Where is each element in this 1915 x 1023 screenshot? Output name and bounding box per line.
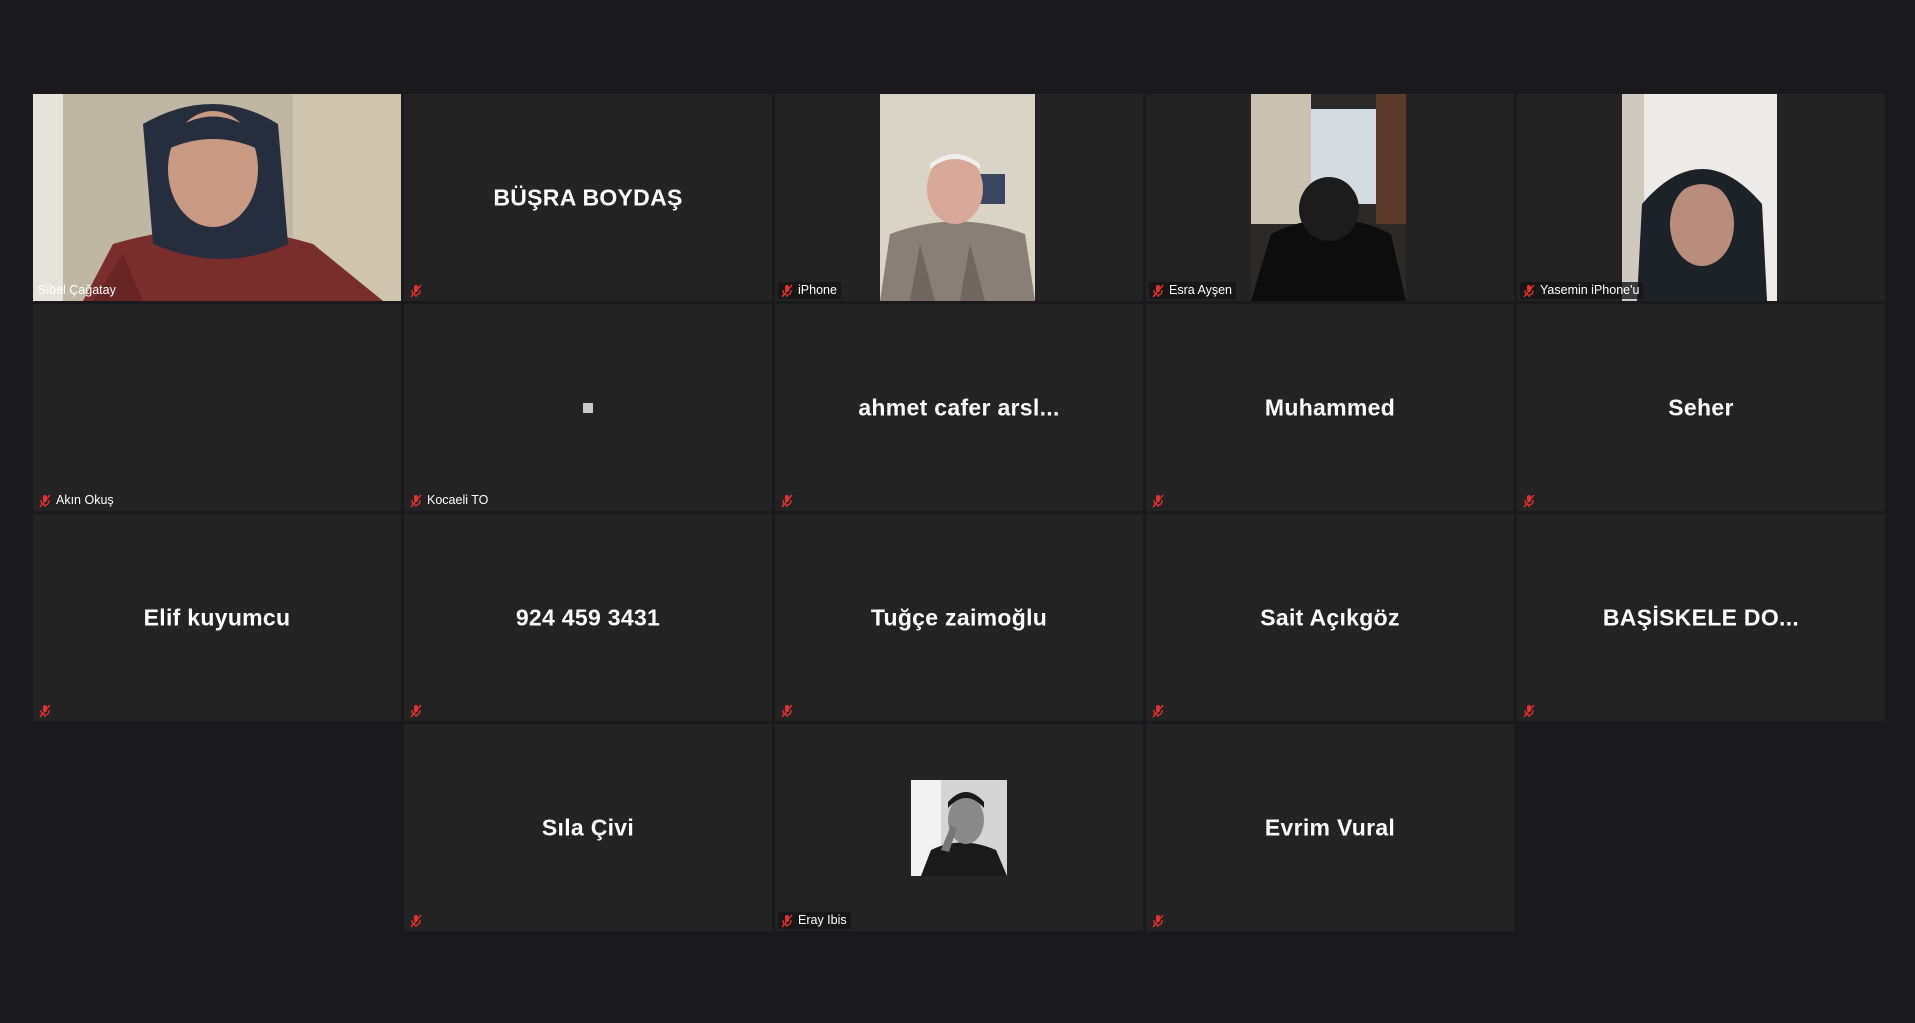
participant-center-name: Elif kuyumcu — [143, 604, 291, 630]
participant-name-label — [1149, 912, 1173, 929]
microphone-muted-icon — [781, 914, 793, 927]
microphone-muted-icon — [1523, 494, 1535, 507]
participant-name-label — [778, 492, 802, 509]
participant-name: Eray Ibis — [798, 913, 847, 927]
participant-video — [33, 94, 401, 301]
microphone-muted-icon — [39, 704, 51, 717]
participant-tile-yasemin[interactable]: Yasemin iPhone'u — [1517, 94, 1885, 301]
participant-tile-ahmet[interactable]: ahmet cafer arsl... — [775, 304, 1143, 511]
meeting-gallery-view: Sibel Çağatay BÜŞRA BOYDAŞ iPhone Esra A… — [0, 0, 1915, 1023]
participant-center-name: BÜŞRA BOYDAŞ — [493, 184, 683, 210]
participant-center-name: ahmet cafer arsl... — [858, 394, 1060, 420]
participant-name-label: Eray Ibis — [778, 912, 851, 929]
microphone-muted-icon — [781, 704, 793, 717]
microphone-muted-icon — [781, 494, 793, 507]
participant-center-name: Evrim Vural — [1264, 814, 1396, 840]
participant-name-label: Sibel Çağatay — [36, 282, 120, 299]
participant-name-label — [778, 702, 802, 719]
participant-tile-phone-number[interactable]: 924 459 3431 — [404, 514, 772, 721]
participant-center-name: Muhammed — [1264, 394, 1396, 420]
participant-tile-sila[interactable]: Sıla Çivi — [404, 724, 772, 931]
participant-tile-iphone[interactable]: iPhone — [775, 94, 1143, 301]
participant-tile-eray[interactable]: Eray Ibis — [775, 724, 1143, 931]
participant-tile-sait[interactable]: Sait Açıkgöz — [1146, 514, 1514, 721]
participant-name-label: Akın Okuş — [36, 492, 118, 509]
participant-tile-muhammed[interactable]: Muhammed — [1146, 304, 1514, 511]
participant-name-label — [1520, 492, 1544, 509]
participant-name: iPhone — [798, 283, 837, 297]
participant-name-label: iPhone — [778, 282, 841, 299]
participant-tile-busra[interactable]: BÜŞRA BOYDAŞ — [404, 94, 772, 301]
microphone-muted-icon — [410, 494, 422, 507]
participant-tile-evrim[interactable]: Evrim Vural — [1146, 724, 1514, 931]
microphone-muted-icon — [1152, 704, 1164, 717]
participant-name-label: Kocaeli TO — [407, 492, 492, 509]
participant-tile-sibel[interactable]: Sibel Çağatay — [33, 94, 401, 301]
participant-video-thumbnail — [583, 402, 593, 413]
microphone-muted-icon — [410, 704, 422, 717]
participant-tile-basiskele[interactable]: BAŞİSKELE DO... — [1517, 514, 1885, 721]
participant-name: Esra Ayşen — [1169, 283, 1233, 297]
microphone-muted-icon — [410, 914, 422, 927]
participant-tile-akin[interactable]: Akın Okuş — [33, 304, 401, 511]
participant-name: Akın Okuş — [56, 493, 114, 507]
participant-name-label — [407, 912, 431, 929]
participant-name-label — [1149, 702, 1173, 719]
participant-name: Kocaeli TO — [427, 493, 489, 507]
microphone-muted-icon — [781, 284, 793, 297]
participant-name-label — [1520, 702, 1544, 719]
participant-name-label — [1149, 492, 1173, 509]
participant-center-name: Tuğçe zaimoğlu — [870, 604, 1048, 630]
participant-name-label: Yasemin iPhone'u — [1520, 282, 1644, 299]
microphone-muted-icon — [1152, 914, 1164, 927]
participant-center-name: BAŞİSKELE DO... — [1602, 604, 1800, 630]
participant-tile-esra[interactable]: Esra Ayşen — [1146, 94, 1514, 301]
participant-grid: Sibel Çağatay BÜŞRA BOYDAŞ iPhone Esra A… — [33, 94, 1886, 931]
participant-tile-kocaeli[interactable]: Kocaeli TO — [404, 304, 772, 511]
participant-tile-seher[interactable]: Seher — [1517, 304, 1885, 511]
participant-center-name: Seher — [1668, 394, 1734, 420]
participant-video — [1622, 94, 1777, 301]
participant-center-name: 924 459 3431 — [515, 604, 661, 630]
microphone-muted-icon — [1523, 704, 1535, 717]
participant-name-label — [407, 282, 431, 299]
participant-name-label — [407, 702, 431, 719]
participant-video — [880, 94, 1035, 301]
participant-video — [1251, 94, 1406, 301]
microphone-muted-icon — [1152, 284, 1164, 297]
participant-avatar-photo — [911, 779, 1007, 876]
participant-name: Sibel Çağatay — [38, 283, 116, 297]
participant-tile-tugce[interactable]: Tuğçe zaimoğlu — [775, 514, 1143, 721]
participant-name: Yasemin iPhone'u — [1540, 283, 1640, 297]
microphone-muted-icon — [39, 494, 51, 507]
participant-center-name: Sait Açıkgöz — [1260, 604, 1400, 630]
microphone-muted-icon — [410, 284, 422, 297]
microphone-muted-icon — [1152, 494, 1164, 507]
participant-name-label — [36, 702, 60, 719]
participant-name-label: Esra Ayşen — [1149, 282, 1237, 299]
microphone-muted-icon — [1523, 284, 1535, 297]
empty-grid-slot — [33, 724, 401, 931]
participant-center-name: Sıla Çivi — [541, 814, 635, 840]
participant-tile-elif[interactable]: Elif kuyumcu — [33, 514, 401, 721]
